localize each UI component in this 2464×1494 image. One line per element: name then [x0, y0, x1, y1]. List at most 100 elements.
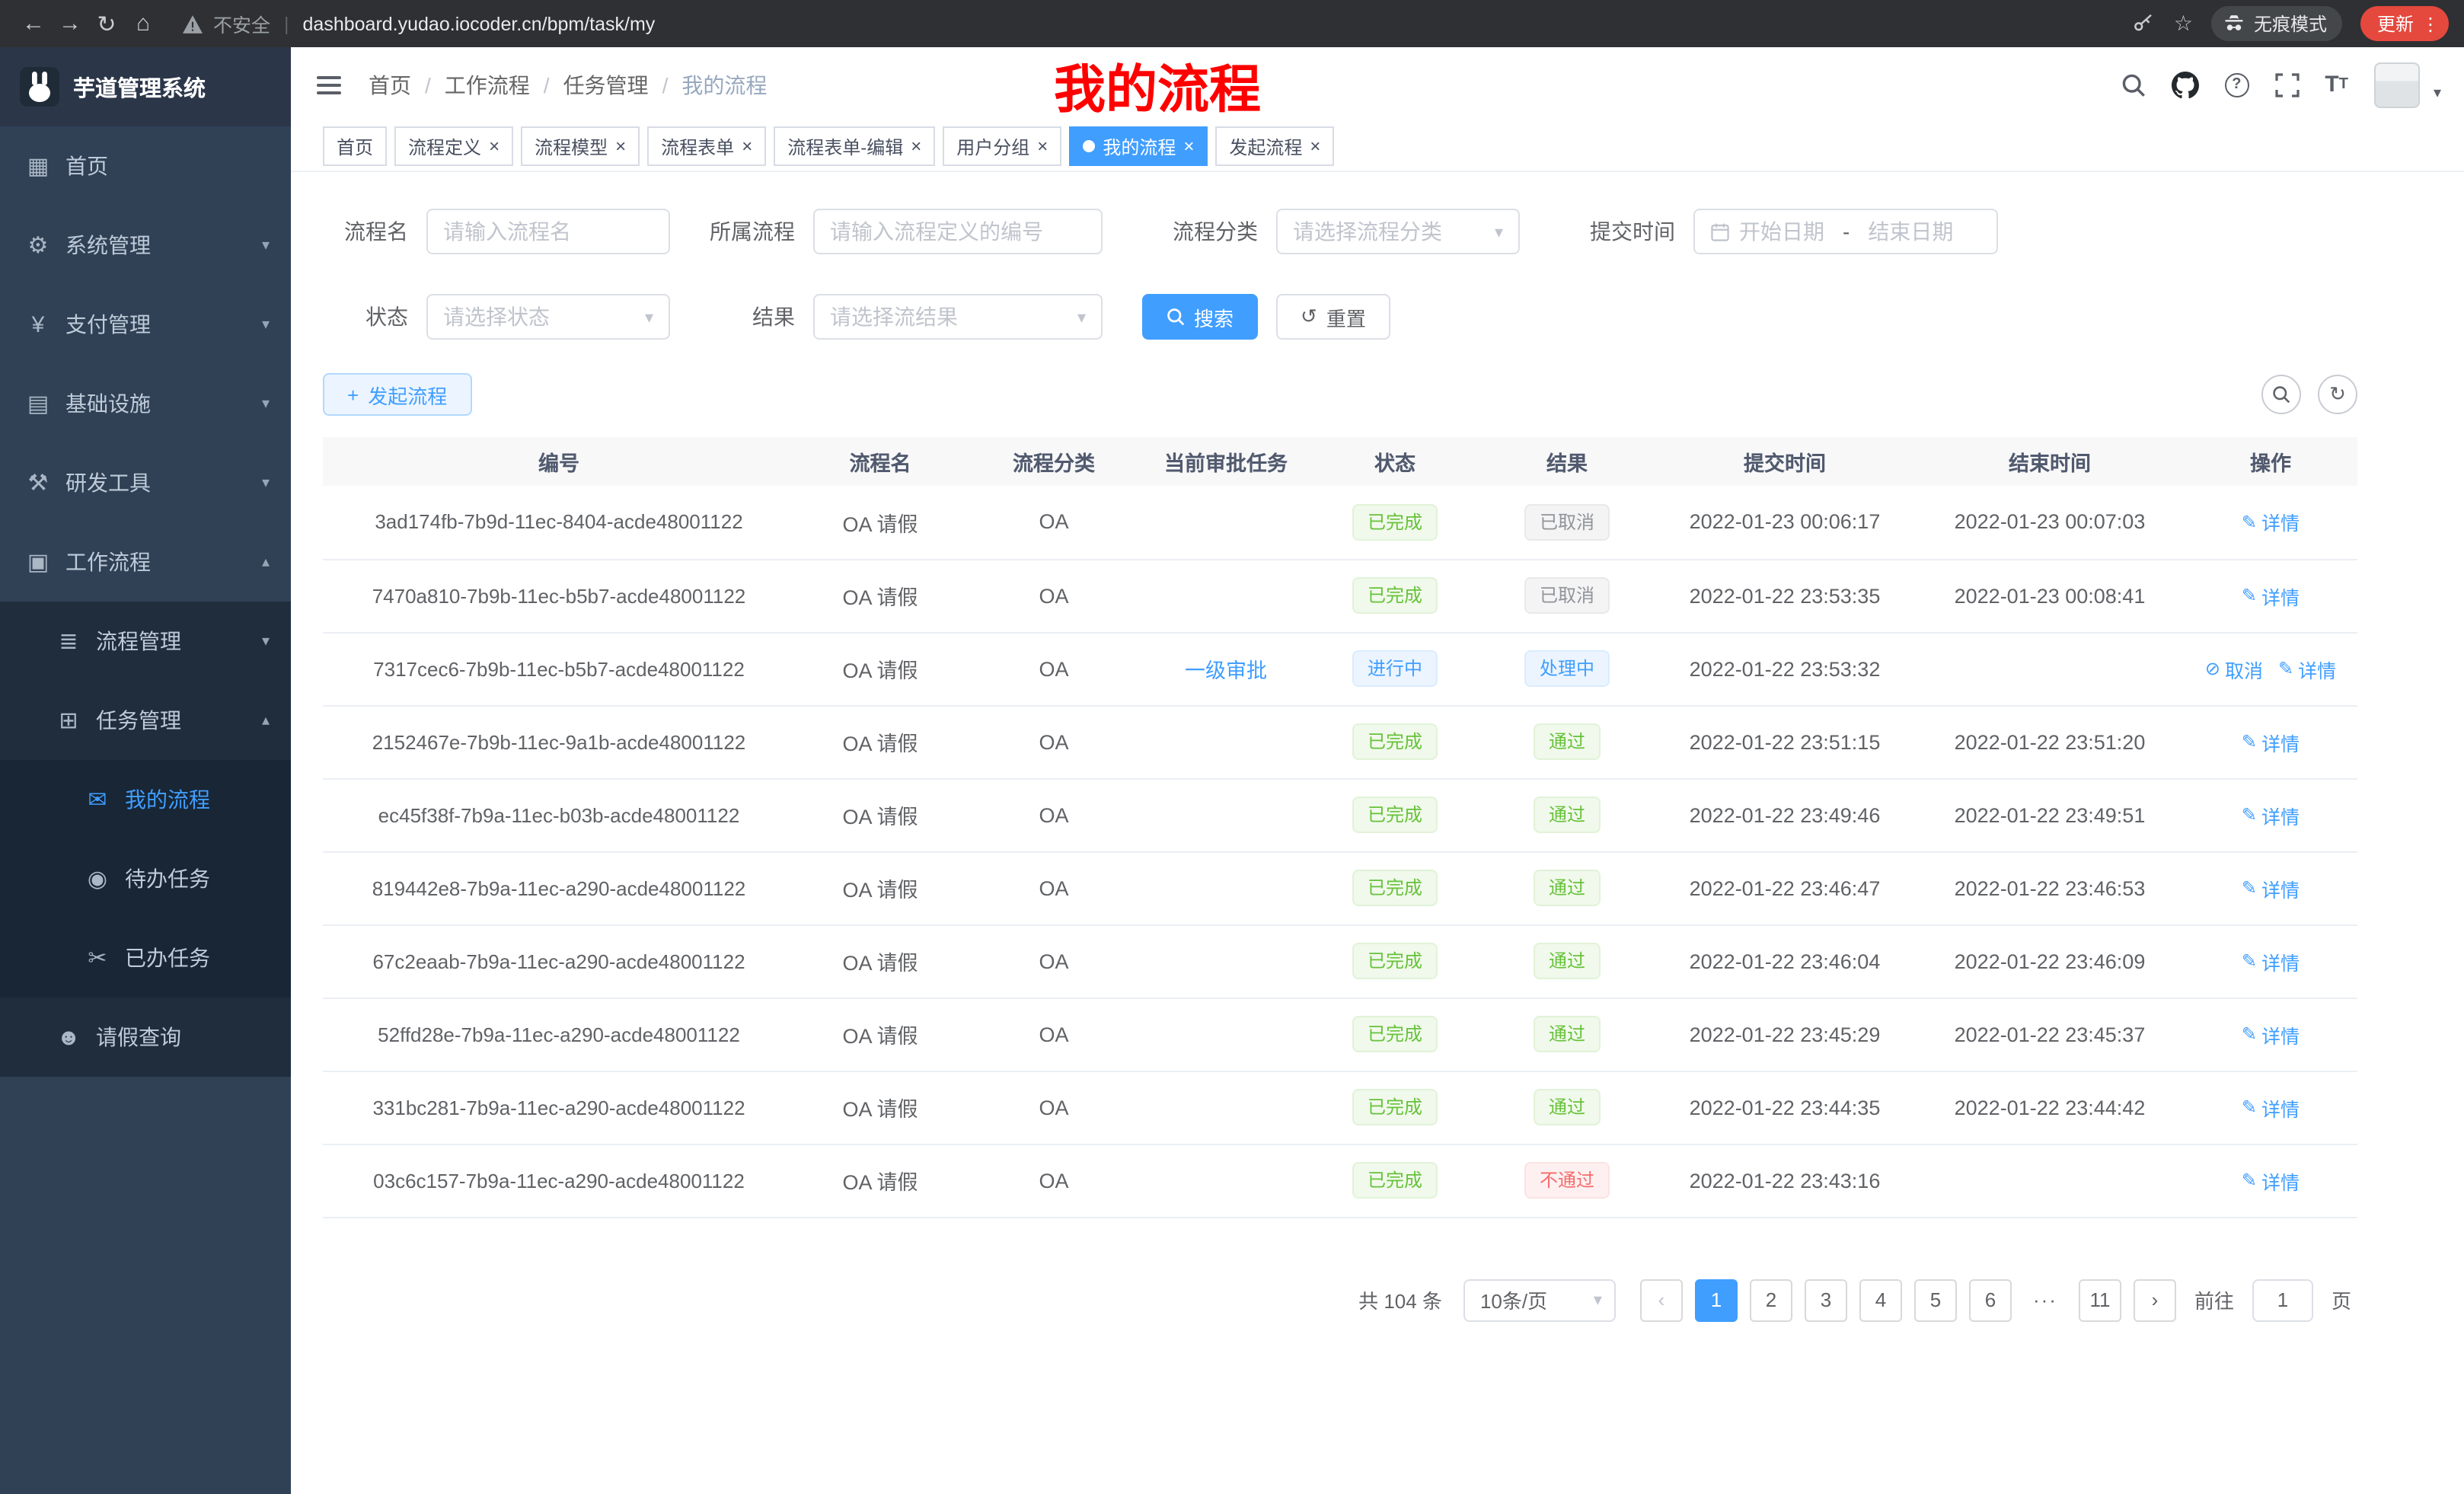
address-bar[interactable]: 不安全 | dashboard.yudao.iocoder.cn/bpm/tas…	[183, 9, 2133, 38]
cell-actions: ✎详情	[2184, 924, 2357, 998]
status-select[interactable]: 请选择状态 ▾	[426, 294, 670, 340]
browser-refresh-icon[interactable]: ↻	[88, 10, 125, 37]
row-detail-link[interactable]: ✎详情	[2242, 1166, 2300, 1195]
cell-status: 进行中	[1310, 632, 1480, 705]
browser-menu-icon[interactable]: ⋮	[2421, 13, 2440, 34]
tab[interactable]: 流程表单-编辑×	[774, 126, 935, 166]
sidebar: 芋道管理系统 ▦首页⚙系统管理▾¥支付管理▾▤基础设施▾⚒研发工具▾▣工作流程▴…	[0, 47, 291, 1494]
action-label: 详情	[2261, 1020, 2300, 1049]
cell-actions: ✎详情	[2184, 705, 2357, 778]
row-detail-link[interactable]: ✎详情	[2242, 1020, 2300, 1049]
update-button[interactable]: 更新 ⋮	[2360, 6, 2449, 41]
close-icon[interactable]: ×	[1183, 137, 1194, 155]
search-toggle-button[interactable]	[2261, 375, 2301, 414]
page-button[interactable]: 11	[2079, 1279, 2121, 1321]
process-name-input[interactable]	[443, 219, 653, 244]
sidebar-item-devtools[interactable]: ⚒研发工具▾	[0, 443, 291, 522]
row-detail-link[interactable]: ✎详情	[2242, 873, 2300, 902]
help-icon[interactable]: ?	[2224, 72, 2249, 97]
tab[interactable]: 首页	[323, 126, 387, 166]
current-task-link[interactable]: 一级审批	[1185, 659, 1267, 682]
tab[interactable]: 流程表单×	[647, 126, 766, 166]
font-size-icon[interactable]: TT	[2325, 72, 2348, 97]
table-row: 7470a810-7b9b-11ec-b5b7-acde48001122OA 请…	[323, 559, 2357, 632]
row-detail-link[interactable]: ✎详情	[2242, 581, 2300, 610]
logo-icon	[20, 67, 59, 107]
table-row: ec45f38f-7b9a-11ec-b03b-acde48001122OA 请…	[323, 778, 2357, 851]
fullscreen-icon[interactable]	[2274, 72, 2299, 97]
user-avatar[interactable]	[2374, 62, 2420, 107]
cell-current-task	[1142, 705, 1310, 778]
tab[interactable]: 流程模型×	[521, 126, 640, 166]
page-button[interactable]: 5	[1914, 1279, 1957, 1321]
sidebar-item-payment[interactable]: ¥支付管理▾	[0, 285, 291, 364]
close-icon[interactable]: ×	[1310, 137, 1320, 155]
chevron-down-icon[interactable]: ▾	[2434, 85, 2441, 107]
refresh-table-button[interactable]: ↻	[2318, 375, 2357, 414]
row-detail-link[interactable]: ✎详情	[2242, 727, 2300, 756]
next-page-button[interactable]: ›	[2134, 1279, 2176, 1321]
breadcrumb-item[interactable]: 首页	[369, 69, 411, 100]
cell-category: OA	[965, 486, 1142, 559]
github-icon[interactable]	[2171, 71, 2198, 98]
close-icon[interactable]: ×	[1037, 137, 1048, 155]
action-label: 详情	[2261, 1166, 2300, 1195]
hamburger-icon[interactable]	[314, 69, 344, 100]
page-button[interactable]: 3	[1805, 1279, 1847, 1321]
app-logo[interactable]: 芋道管理系统	[0, 47, 291, 126]
sidebar-item-my-process[interactable]: ✉我的流程	[0, 760, 291, 839]
action-label: 取消	[2225, 654, 2263, 683]
sidebar-item-task-management[interactable]: ⊞任务管理▴	[0, 681, 291, 760]
page-button[interactable]: 2	[1750, 1279, 1792, 1321]
sidebar-item-infrastructure[interactable]: ▤基础设施▾	[0, 364, 291, 443]
browser-forward-icon[interactable]: →	[52, 11, 88, 37]
process-def-input[interactable]	[830, 219, 1086, 244]
row-cancel-link[interactable]: ⊘取消	[2205, 654, 2263, 683]
tab[interactable]: 发起流程×	[1215, 126, 1334, 166]
row-detail-link[interactable]: ✎详情	[2242, 1093, 2300, 1122]
sidebar-item-workflow[interactable]: ▣工作流程▴	[0, 522, 291, 602]
breadcrumb-item[interactable]: 工作流程	[445, 69, 530, 100]
more-pages-button[interactable]: ···	[2024, 1279, 2067, 1321]
page-size-select[interactable]: 10条/页▾	[1463, 1279, 1616, 1321]
close-icon[interactable]: ×	[911, 137, 921, 155]
sidebar-item-process-management[interactable]: ≣流程管理▾	[0, 602, 291, 681]
result-select[interactable]: 请选择流结果 ▾	[813, 294, 1103, 340]
close-icon[interactable]: ×	[742, 137, 752, 155]
sidebar-item-done-tasks[interactable]: ✂已办任务	[0, 918, 291, 998]
sidebar-item-system[interactable]: ⚙系统管理▾	[0, 206, 291, 285]
row-detail-link[interactable]: ✎详情	[2242, 508, 2300, 537]
browser-home-icon[interactable]: ⌂	[125, 11, 161, 37]
page-button[interactable]: 4	[1859, 1279, 1902, 1321]
tab[interactable]: 我的流程×	[1069, 126, 1208, 166]
breadcrumb-item[interactable]: 任务管理	[563, 69, 649, 100]
browser-back-icon[interactable]: ←	[15, 11, 52, 37]
table-row: 331bc281-7b9a-11ec-a290-acde48001122OA 请…	[323, 1071, 2357, 1144]
date-range-picker[interactable]: 开始日期 - 结束日期	[1693, 209, 1998, 254]
reset-button[interactable]: ↺ 重置	[1276, 294, 1390, 340]
key-icon[interactable]	[2133, 12, 2156, 35]
row-detail-link[interactable]: ✎详情	[2278, 654, 2336, 683]
sidebar-item-leave-query[interactable]: ☻请假查询	[0, 998, 291, 1077]
create-process-button[interactable]: + 发起流程	[323, 373, 471, 416]
bookmark-star-icon[interactable]: ☆	[2174, 11, 2193, 37]
tab[interactable]: 用户分组×	[943, 126, 1061, 166]
category-select[interactable]: 请选择流程分类 ▾	[1276, 209, 1520, 254]
result-badge: 已取消	[1524, 577, 1610, 614]
row-detail-link[interactable]: ✎详情	[2242, 800, 2300, 829]
cell-result: 已取消	[1480, 559, 1654, 632]
page-button[interactable]: 1	[1695, 1279, 1738, 1321]
sidebar-item-todo-tasks[interactable]: ◉待办任务	[0, 839, 291, 918]
goto-page-input[interactable]	[2252, 1279, 2313, 1321]
tab[interactable]: 流程定义×	[394, 126, 513, 166]
search-icon[interactable]	[2121, 72, 2145, 97]
search-button[interactable]: 搜索	[1142, 294, 1258, 340]
page-button[interactable]: 6	[1969, 1279, 2012, 1321]
close-icon[interactable]: ×	[615, 137, 626, 155]
cell-end-time: 2022-01-23 00:08:41	[1916, 559, 2184, 632]
sidebar-item-home[interactable]: ▦首页	[0, 126, 291, 206]
close-icon[interactable]: ×	[489, 137, 500, 155]
row-detail-link[interactable]: ✎详情	[2242, 947, 2300, 975]
sidebar-item-label: 我的流程	[125, 784, 210, 815]
prev-page-button[interactable]: ‹	[1640, 1279, 1683, 1321]
